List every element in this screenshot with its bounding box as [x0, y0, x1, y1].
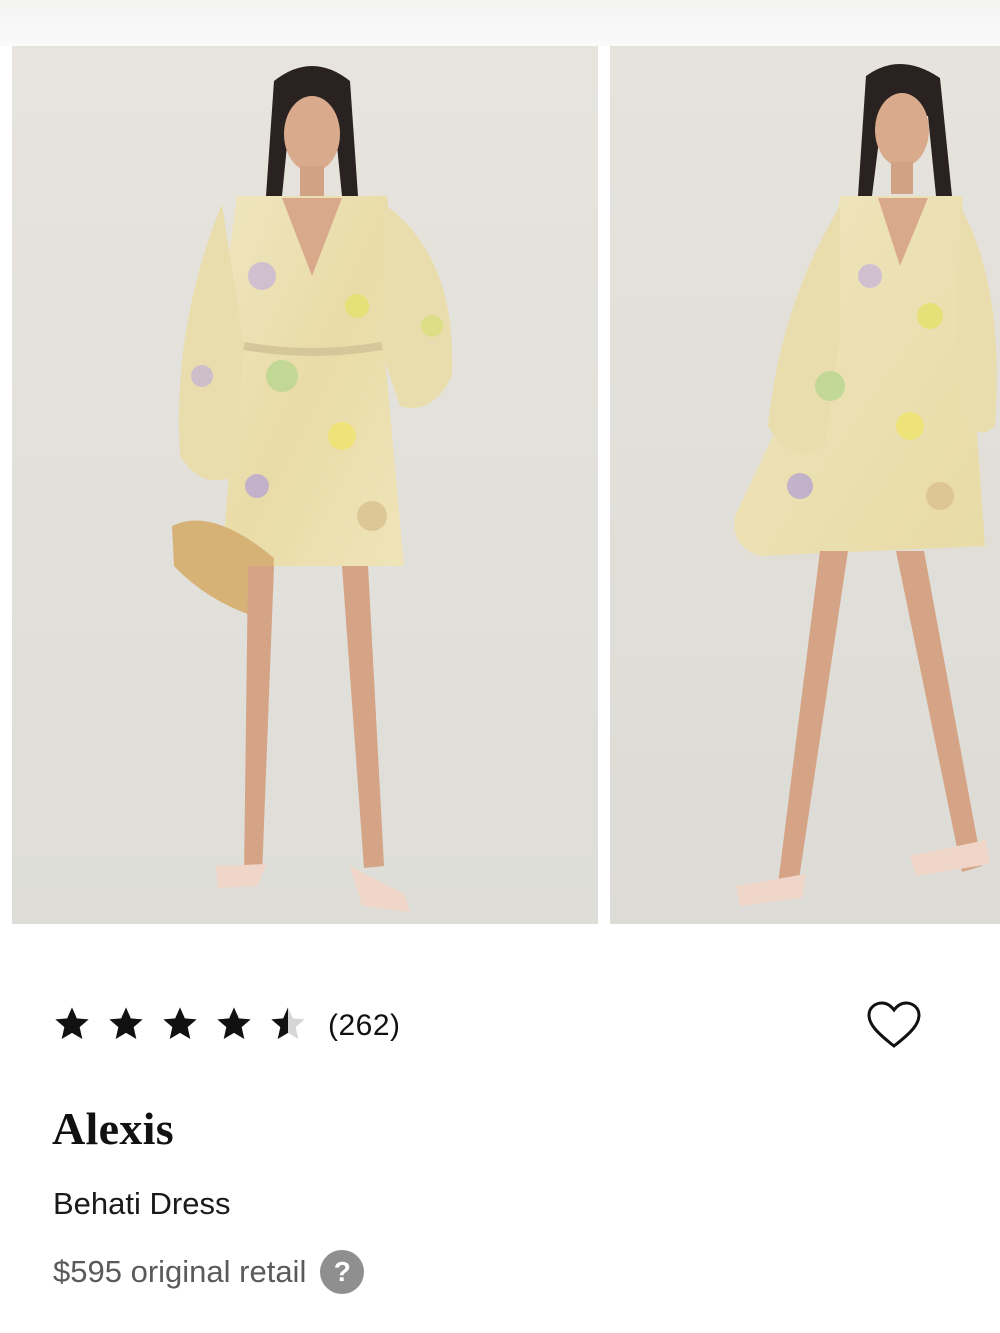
- top-bar: [0, 0, 1000, 46]
- product-image-gallery[interactable]: [0, 46, 1000, 924]
- heart-icon[interactable]: [866, 1000, 922, 1050]
- rating-count[interactable]: (262): [328, 1009, 401, 1043]
- half-star-icon: [268, 1004, 314, 1048]
- star-icon: [160, 1004, 206, 1048]
- star-icon: [106, 1004, 152, 1048]
- price-row: $595 original retail ?: [53, 1250, 365, 1294]
- star-rating[interactable]: (262): [52, 1004, 401, 1048]
- product-name: Behati Dress: [53, 1186, 231, 1221]
- original-retail-price: $595 original retail: [53, 1254, 307, 1289]
- product-page: (262) Alexis Behati Dress $595 original …: [0, 0, 1000, 1333]
- question-mark-icon[interactable]: ?: [320, 1250, 365, 1294]
- star-icon: [52, 1004, 98, 1048]
- product-details: (262) Alexis Behati Dress $595 original …: [0, 924, 1000, 1333]
- brand-name[interactable]: Alexis: [52, 1102, 174, 1155]
- product-photo-side[interactable]: [610, 46, 1000, 924]
- star-icon: [214, 1004, 260, 1048]
- product-photo-front[interactable]: [12, 46, 598, 924]
